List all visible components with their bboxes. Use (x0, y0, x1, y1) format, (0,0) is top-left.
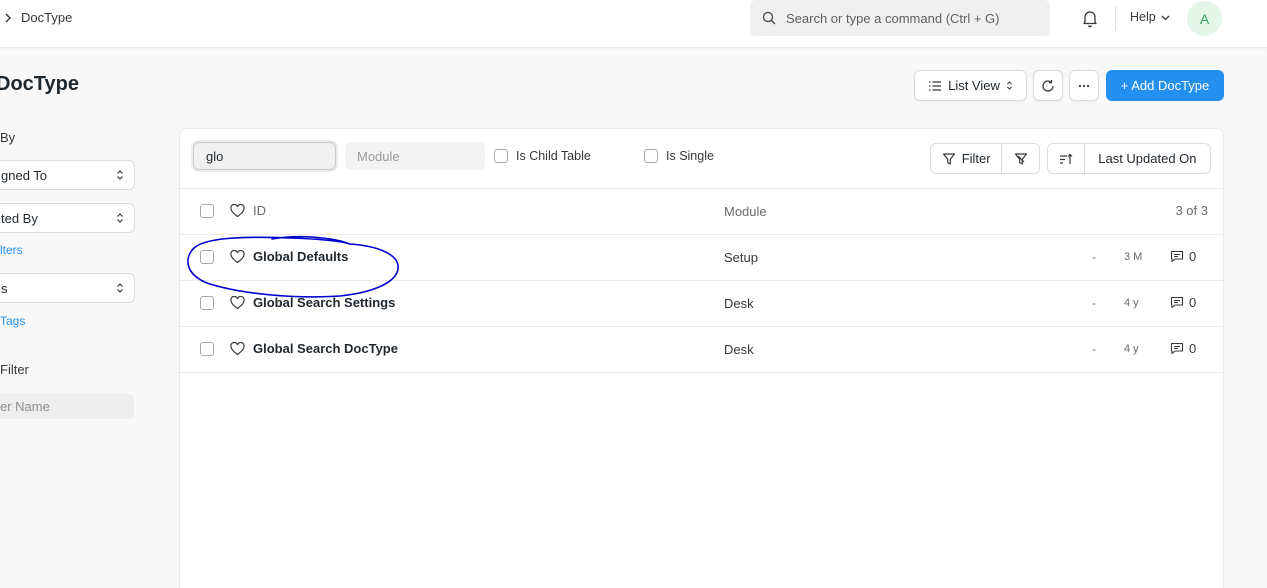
search-icon (762, 11, 776, 25)
list-view-label: List View (948, 78, 1000, 93)
created-by-label: ted By (1, 210, 38, 226)
awesomebar-search-input[interactable]: Search or type a command (Ctrl + G) (750, 0, 1050, 36)
breadcrumb: DocType (4, 10, 72, 25)
row-title-link[interactable]: Global Search DocType (253, 341, 398, 356)
list-row[interactable]: Global Search Settings Desk - 4 y 0 (180, 281, 1223, 327)
sort-button-group: Last Updated On (1047, 143, 1211, 174)
is-single-label: Is Single (666, 149, 714, 163)
navbar-divider (1115, 6, 1116, 30)
sidebar-tags-select[interactable]: s (0, 273, 135, 303)
select-arrows-icon (117, 213, 123, 223)
sort-field-selector[interactable]: Last Updated On (1085, 144, 1210, 173)
filter-button[interactable]: Filter (931, 144, 1003, 173)
filter-button-group: Filter (930, 143, 1040, 174)
module-column-header: Module (724, 204, 767, 219)
list-header-row: ID Module 3 of 3 (180, 189, 1223, 235)
help-dropdown[interactable]: Help (1130, 10, 1170, 24)
filter-name-input[interactable]: er Name (0, 394, 134, 419)
sidebar-show-tags-link[interactable]: Tags (0, 314, 25, 328)
sidebar-group-by-label: By (0, 130, 16, 145)
more-actions-button[interactable] (1069, 70, 1099, 101)
heart-icon[interactable] (230, 296, 245, 310)
sidebar-save-filter-label: Filter (0, 362, 29, 377)
checkbox[interactable] (494, 149, 508, 163)
row-timestamp: 4 y (1124, 297, 1139, 309)
chevron-right-icon (5, 13, 11, 22)
row-modified-by: - (1092, 342, 1096, 356)
row-title-link[interactable]: Global Defaults (253, 249, 348, 264)
row-checkbox[interactable] (200, 342, 214, 356)
page-title: DocType (0, 73, 79, 95)
comment-icon (1170, 342, 1184, 355)
is-child-table-label: Is Child Table (516, 149, 591, 163)
comment-count: 0 (1189, 249, 1197, 264)
ellipsis-icon (1078, 84, 1090, 87)
select-arrows-icon (1006, 81, 1012, 90)
list-row[interactable]: Global Search DocType Desk - 4 y 0 (180, 327, 1223, 373)
heart-icon[interactable] (230, 342, 245, 356)
row-comment-count[interactable]: 0 (1170, 249, 1196, 264)
module-filter-input[interactable]: Module (345, 142, 485, 170)
tags-select-label: s (1, 280, 8, 296)
list-row[interactable]: Global Defaults Setup - 3 M 0 (180, 235, 1223, 281)
row-timestamp: 4 y (1124, 343, 1139, 355)
help-label: Help (1130, 10, 1156, 24)
select-all-checkbox[interactable] (200, 204, 214, 218)
comment-icon (1170, 250, 1184, 263)
chevron-down-icon (1161, 15, 1170, 20)
row-module: Setup (724, 250, 758, 265)
comment-count: 0 (1189, 341, 1197, 356)
row-timestamp: 3 M (1124, 251, 1143, 263)
row-checkbox[interactable] (200, 250, 214, 264)
search-placeholder: Search or type a command (Ctrl + G) (786, 10, 1000, 26)
avatar[interactable]: A (1187, 1, 1222, 36)
row-checkbox[interactable] (200, 296, 214, 310)
refresh-button[interactable] (1033, 70, 1063, 101)
row-title-link[interactable]: Global Search Settings (253, 295, 395, 310)
is-child-table-checkbox[interactable]: Is Child Table (494, 149, 591, 163)
is-single-checkbox[interactable]: Is Single (644, 149, 714, 163)
row-modified-by: - (1092, 296, 1096, 310)
filter-icon (942, 152, 955, 165)
row-modified-by: - (1092, 250, 1096, 264)
notification-bell-icon[interactable] (1080, 8, 1100, 28)
checkbox[interactable] (644, 149, 658, 163)
breadcrumb-doctype-link[interactable]: DocType (21, 10, 72, 25)
filter-x-icon (1014, 152, 1027, 165)
comment-count: 0 (1189, 295, 1197, 310)
list-icon (929, 80, 942, 91)
id-column-header: ID (253, 203, 266, 218)
row-comment-count[interactable]: 0 (1170, 341, 1196, 356)
sort-order-button[interactable] (1048, 144, 1085, 173)
navbar: DocType Search or type a command (Ctrl +… (0, 0, 1267, 48)
heart-icon[interactable] (230, 250, 245, 264)
add-doctype-button[interactable]: + Add DocType (1106, 70, 1224, 101)
standard-filter-bar: glo Module Is Child Table Is Single Filt… (180, 129, 1223, 189)
list-view-selector[interactable]: List View (914, 70, 1027, 101)
id-filter-input[interactable]: glo (193, 142, 336, 170)
refresh-icon (1042, 79, 1054, 92)
row-module: Desk (724, 342, 754, 357)
clear-filters-button[interactable] (1002, 144, 1039, 173)
sidebar-assigned-to-select[interactable]: gned To (0, 160, 135, 190)
filter-label: Filter (961, 151, 991, 166)
heart-icon[interactable] (230, 204, 245, 218)
sidebar-created-by-select[interactable]: ted By (0, 203, 135, 233)
row-module: Desk (724, 296, 754, 311)
list-card: glo Module Is Child Table Is Single Filt… (179, 128, 1224, 588)
sidebar-edit-filters-link[interactable]: lters (0, 243, 23, 257)
assigned-to-label: gned To (1, 167, 48, 183)
result-count: 3 of 3 (1175, 203, 1208, 218)
sort-ascending-icon (1059, 153, 1073, 164)
select-arrows-icon (117, 170, 123, 180)
select-arrows-icon (117, 283, 123, 293)
row-comment-count[interactable]: 0 (1170, 295, 1196, 310)
comment-icon (1170, 296, 1184, 309)
